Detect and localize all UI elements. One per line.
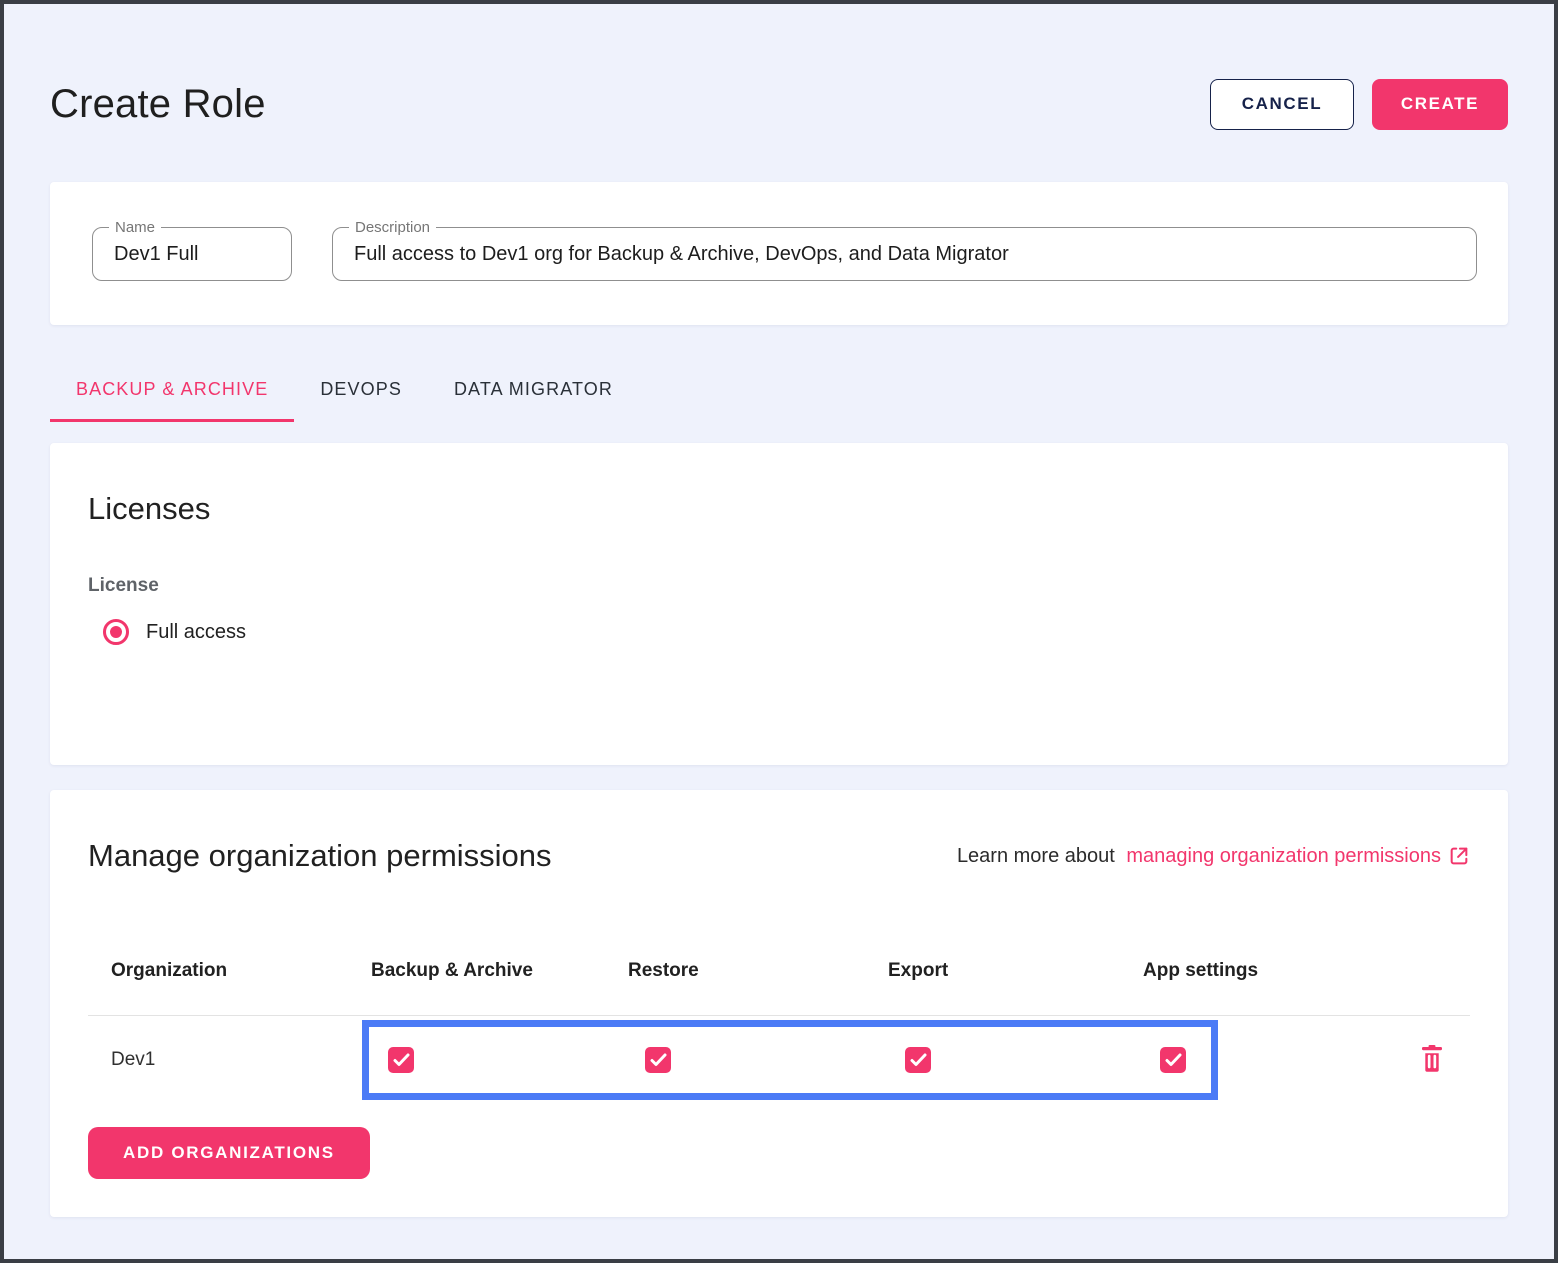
tab-devops[interactable]: DEVOPS — [294, 360, 428, 422]
column-export: Export — [888, 960, 1143, 982]
delete-organization-button[interactable] — [1419, 1045, 1445, 1075]
create-role-page: Create Role CANCEL CREATE Name Dev1 Full… — [4, 78, 1554, 1217]
product-tabs: BACKUP & ARCHIVE DEVOPS DATA MIGRATOR — [50, 360, 1508, 422]
add-organizations-button[interactable]: ADD ORGANIZATIONS — [88, 1127, 370, 1179]
tab-data-migrator[interactable]: DATA MIGRATOR — [428, 360, 639, 422]
checkbox-export[interactable] — [905, 1047, 931, 1073]
check-icon — [1165, 1053, 1182, 1067]
cell-backup-archive — [371, 1047, 628, 1073]
column-restore: Restore — [628, 960, 888, 982]
permissions-head: Manage organization permissions Learn mo… — [88, 835, 1470, 877]
role-details-card: Name Dev1 Full Description Full access t… — [50, 182, 1508, 325]
description-field-value: Full access to Dev1 org for Backup & Arc… — [354, 243, 1009, 266]
tab-backup-archive[interactable]: BACKUP & ARCHIVE — [50, 360, 294, 422]
license-group-label: License — [88, 575, 1470, 597]
permissions-table: Organization Backup & Archive Restore Ex… — [88, 960, 1470, 1104]
checkbox-app-settings[interactable] — [1160, 1047, 1186, 1073]
license-option-label: Full access — [146, 621, 246, 644]
trash-icon — [1419, 1045, 1445, 1075]
description-field-label: Description — [349, 218, 436, 237]
page-title: Create Role — [50, 82, 266, 127]
cell-app-settings — [1143, 1047, 1419, 1073]
permissions-heading: Manage organization permissions — [88, 835, 552, 877]
cancel-button[interactable]: CANCEL — [1210, 79, 1354, 130]
external-link-icon — [1448, 845, 1470, 867]
permissions-card: Manage organization permissions Learn mo… — [50, 790, 1508, 1217]
name-field-value: Dev1 Full — [114, 243, 198, 266]
name-field-label: Name — [109, 218, 161, 237]
learn-more-prefix: Learn more about — [957, 845, 1120, 868]
learn-more-link[interactable]: managing organization permissions — [1126, 845, 1470, 868]
description-field[interactable]: Description Full access to Dev1 org for … — [332, 227, 1477, 281]
cell-restore — [628, 1047, 888, 1073]
check-icon — [393, 1053, 410, 1067]
permissions-table-header: Organization Backup & Archive Restore Ex… — [88, 960, 1470, 1016]
licenses-card: Licenses License Full access — [50, 443, 1508, 765]
table-row: Dev1 — [88, 1016, 1470, 1104]
license-option-full-access[interactable]: Full access — [88, 619, 1470, 645]
radio-selected-icon[interactable] — [103, 619, 129, 645]
organization-name: Dev1 — [111, 1049, 371, 1071]
header-actions: CANCEL CREATE — [1210, 79, 1508, 130]
learn-more-text: Learn more about managing organization p… — [957, 845, 1470, 868]
create-button[interactable]: CREATE — [1372, 79, 1508, 130]
learn-more-link-text: managing organization permissions — [1126, 845, 1441, 868]
name-field[interactable]: Name Dev1 Full — [92, 227, 292, 281]
cell-actions — [1419, 1045, 1470, 1075]
column-organization: Organization — [111, 960, 371, 982]
checkbox-restore[interactable] — [645, 1047, 671, 1073]
column-backup-archive: Backup & Archive — [371, 960, 628, 982]
radio-dot — [110, 626, 122, 638]
checkbox-backup-archive[interactable] — [388, 1047, 414, 1073]
check-icon — [910, 1053, 927, 1067]
column-app-settings: App settings — [1143, 960, 1419, 982]
check-icon — [650, 1053, 667, 1067]
cell-export — [888, 1047, 1143, 1073]
page-header: Create Role CANCEL CREATE — [50, 78, 1508, 130]
licenses-heading: Licenses — [88, 488, 1470, 530]
